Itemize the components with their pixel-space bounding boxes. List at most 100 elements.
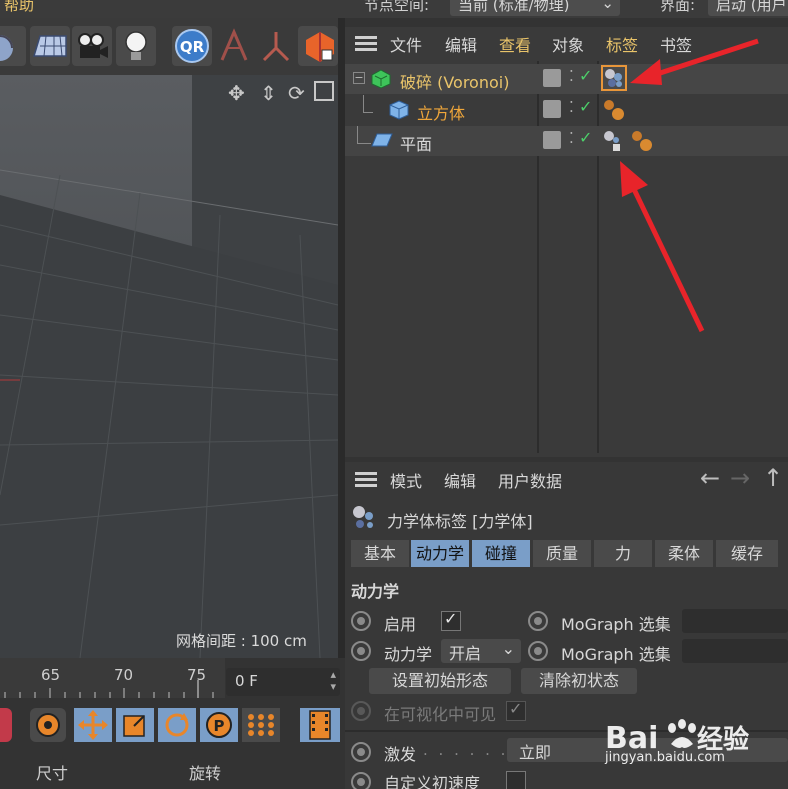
mograph-selection-field[interactable] xyxy=(682,639,788,663)
annotation-arrows xyxy=(620,38,759,333)
layer-dots-icon[interactable]: ⁚ xyxy=(569,98,574,116)
light-icon[interactable] xyxy=(116,26,156,66)
move-key-icon[interactable] xyxy=(74,708,112,742)
key-tools-row: P xyxy=(0,702,345,748)
enabled-label: 启用 xyxy=(384,615,417,634)
param-key-icon[interactable]: P xyxy=(200,708,238,742)
render-instance-icon[interactable] xyxy=(298,26,338,66)
qr-icon[interactable]: QR xyxy=(172,26,212,66)
rotate-key-icon[interactable] xyxy=(158,708,196,742)
floor-icon[interactable] xyxy=(30,26,70,66)
menu-edit[interactable]: 编辑 xyxy=(445,32,477,56)
menu-file[interactable]: 文件 xyxy=(390,32,422,56)
tab-force[interactable]: 力 xyxy=(594,540,652,567)
maximize-view-icon[interactable] xyxy=(314,81,334,101)
layer-dots-icon[interactable]: ⁚ xyxy=(569,129,574,147)
object-name: 平面 xyxy=(400,135,433,154)
tab-collision[interactable]: 碰撞 xyxy=(472,540,530,567)
timeline-ruler[interactable]: 65 70 75 xyxy=(0,658,225,698)
arrow-head-icon xyxy=(630,59,662,85)
editor-visibility-icon[interactable] xyxy=(543,131,561,149)
collapse-toggle-icon[interactable]: − xyxy=(353,72,365,84)
grid-spacing-label: 网格间距 : 100 cm xyxy=(176,632,307,650)
up-arrow-icon[interactable]: ↑ xyxy=(763,464,783,492)
tree-line xyxy=(357,126,371,144)
tab-soft-body[interactable]: 柔体 xyxy=(655,540,713,567)
move-view-icon[interactable]: ✥ xyxy=(228,81,245,105)
current-frame-field[interactable]: 0 F ▴ ▾ xyxy=(226,668,340,696)
camera-icon[interactable] xyxy=(72,26,112,66)
menu-objects[interactable]: 对象 xyxy=(552,32,584,56)
tab-dynamics[interactable]: 动力学 xyxy=(411,540,469,567)
mograph-selection-field[interactable] xyxy=(682,609,788,633)
check-icon: ✓ xyxy=(444,609,458,628)
coord-space-select[interactable]: 当前 (标准/物理) ⌄ xyxy=(450,0,620,16)
viewport-nav-icons: ✥ ⇕ ⟳ xyxy=(208,79,338,107)
dotted-leader: . . . . . . xyxy=(423,741,509,759)
autokey-icon[interactable] xyxy=(30,708,66,742)
coord-space-label: 节点空间: xyxy=(364,0,430,14)
record-icon[interactable] xyxy=(0,708,12,742)
clear-initial-state-button[interactable]: 清除初状态 xyxy=(521,668,637,694)
plane-icon xyxy=(371,133,393,147)
object-name: 立方体 xyxy=(417,104,466,123)
keyframe-radio[interactable] xyxy=(351,772,371,789)
chevron-down-icon: ⌄ xyxy=(601,0,614,12)
rotate-view-icon[interactable]: ⟳ xyxy=(288,81,305,105)
top-bar: 帮助 节点空间: 当前 (标准/物理) ⌄ 界面: 启动 (用户 xyxy=(0,0,788,18)
layout-label: 界面: xyxy=(660,0,696,14)
menu-view[interactable]: 查看 xyxy=(499,32,531,56)
viewport-3d[interactable]: ✥ ⇕ ⟳ 网格间距 : 100 cm xyxy=(0,75,338,658)
forward-arrow-icon[interactable]: → xyxy=(730,464,750,492)
visible-in-viewport-checkbox: ✓ xyxy=(506,699,526,721)
baidu-watermark: Bai 经验 jingyan.baidu.com xyxy=(605,714,785,774)
annotation-arrow-bottom xyxy=(629,183,705,333)
sphere-icon[interactable] xyxy=(0,26,26,66)
annotation-arrow-top xyxy=(647,38,759,80)
film-icon[interactable] xyxy=(300,708,340,742)
viewport-canvas[interactable] xyxy=(0,75,338,658)
baidu-logo: Bai 经验 xyxy=(605,719,749,756)
cube-icon xyxy=(389,100,409,120)
check-icon: ✓ xyxy=(509,699,523,718)
custom-initial-velocity-checkbox[interactable] xyxy=(506,771,526,789)
enabled-checkbox[interactable]: ✓ xyxy=(441,609,461,631)
tick-marks xyxy=(4,680,214,698)
dynamics-select[interactable]: 开启 ⌄ xyxy=(441,639,521,663)
visible-in-viewport-label: 在可视化中可见 xyxy=(384,705,497,724)
tree-line xyxy=(363,95,373,113)
menu-edit[interactable]: 编辑 xyxy=(444,468,476,492)
keyframe-radio[interactable] xyxy=(351,641,371,661)
editor-visibility-icon[interactable] xyxy=(543,69,561,87)
tab-mass[interactable]: 质量 xyxy=(533,540,591,567)
hamburger-menu-icon[interactable] xyxy=(355,472,377,488)
pla-key-icon[interactable] xyxy=(242,708,280,742)
set-initial-state-button[interactable]: 设置初始形态 xyxy=(369,668,511,694)
back-arrow-icon[interactable]: ← xyxy=(700,464,720,492)
tab-cache[interactable]: 缓存 xyxy=(716,540,778,567)
keyframe-radio[interactable] xyxy=(351,611,371,631)
keyframe-radio[interactable] xyxy=(528,641,548,661)
layout-select[interactable]: 启动 (用户 xyxy=(708,0,788,16)
zoom-view-icon[interactable]: ⇕ xyxy=(260,81,277,105)
tab-basic[interactable]: 基本 xyxy=(351,540,409,567)
stepper-icon[interactable]: ▴ ▾ xyxy=(330,669,336,693)
menu-help[interactable]: 帮助 xyxy=(4,0,34,15)
hamburger-menu-icon[interactable] xyxy=(355,36,377,52)
character-icon[interactable] xyxy=(214,26,254,66)
rotation-label: 旋转 xyxy=(189,764,222,783)
mograph-selection-label: MoGraph 选集 xyxy=(561,615,671,634)
menu-mode[interactable]: 模式 xyxy=(390,468,422,492)
joint-icon[interactable] xyxy=(256,26,296,66)
tag-title: 力学体标签 [力学体] xyxy=(387,512,533,531)
mograph-selection-label: MoGraph 选集 xyxy=(561,645,671,664)
keyframe-radio[interactable] xyxy=(528,611,548,631)
keyframe-radio[interactable] xyxy=(351,742,371,762)
rigid-body-tag-icon xyxy=(353,506,373,528)
svg-text:P: P xyxy=(214,717,225,735)
menu-user-data[interactable]: 用户数据 xyxy=(498,468,562,492)
scale-key-icon[interactable] xyxy=(116,708,154,742)
layer-dots-icon[interactable]: ⁚ xyxy=(569,67,574,85)
editor-visibility-icon[interactable] xyxy=(543,100,561,118)
section-title: 动力学 xyxy=(351,582,400,601)
